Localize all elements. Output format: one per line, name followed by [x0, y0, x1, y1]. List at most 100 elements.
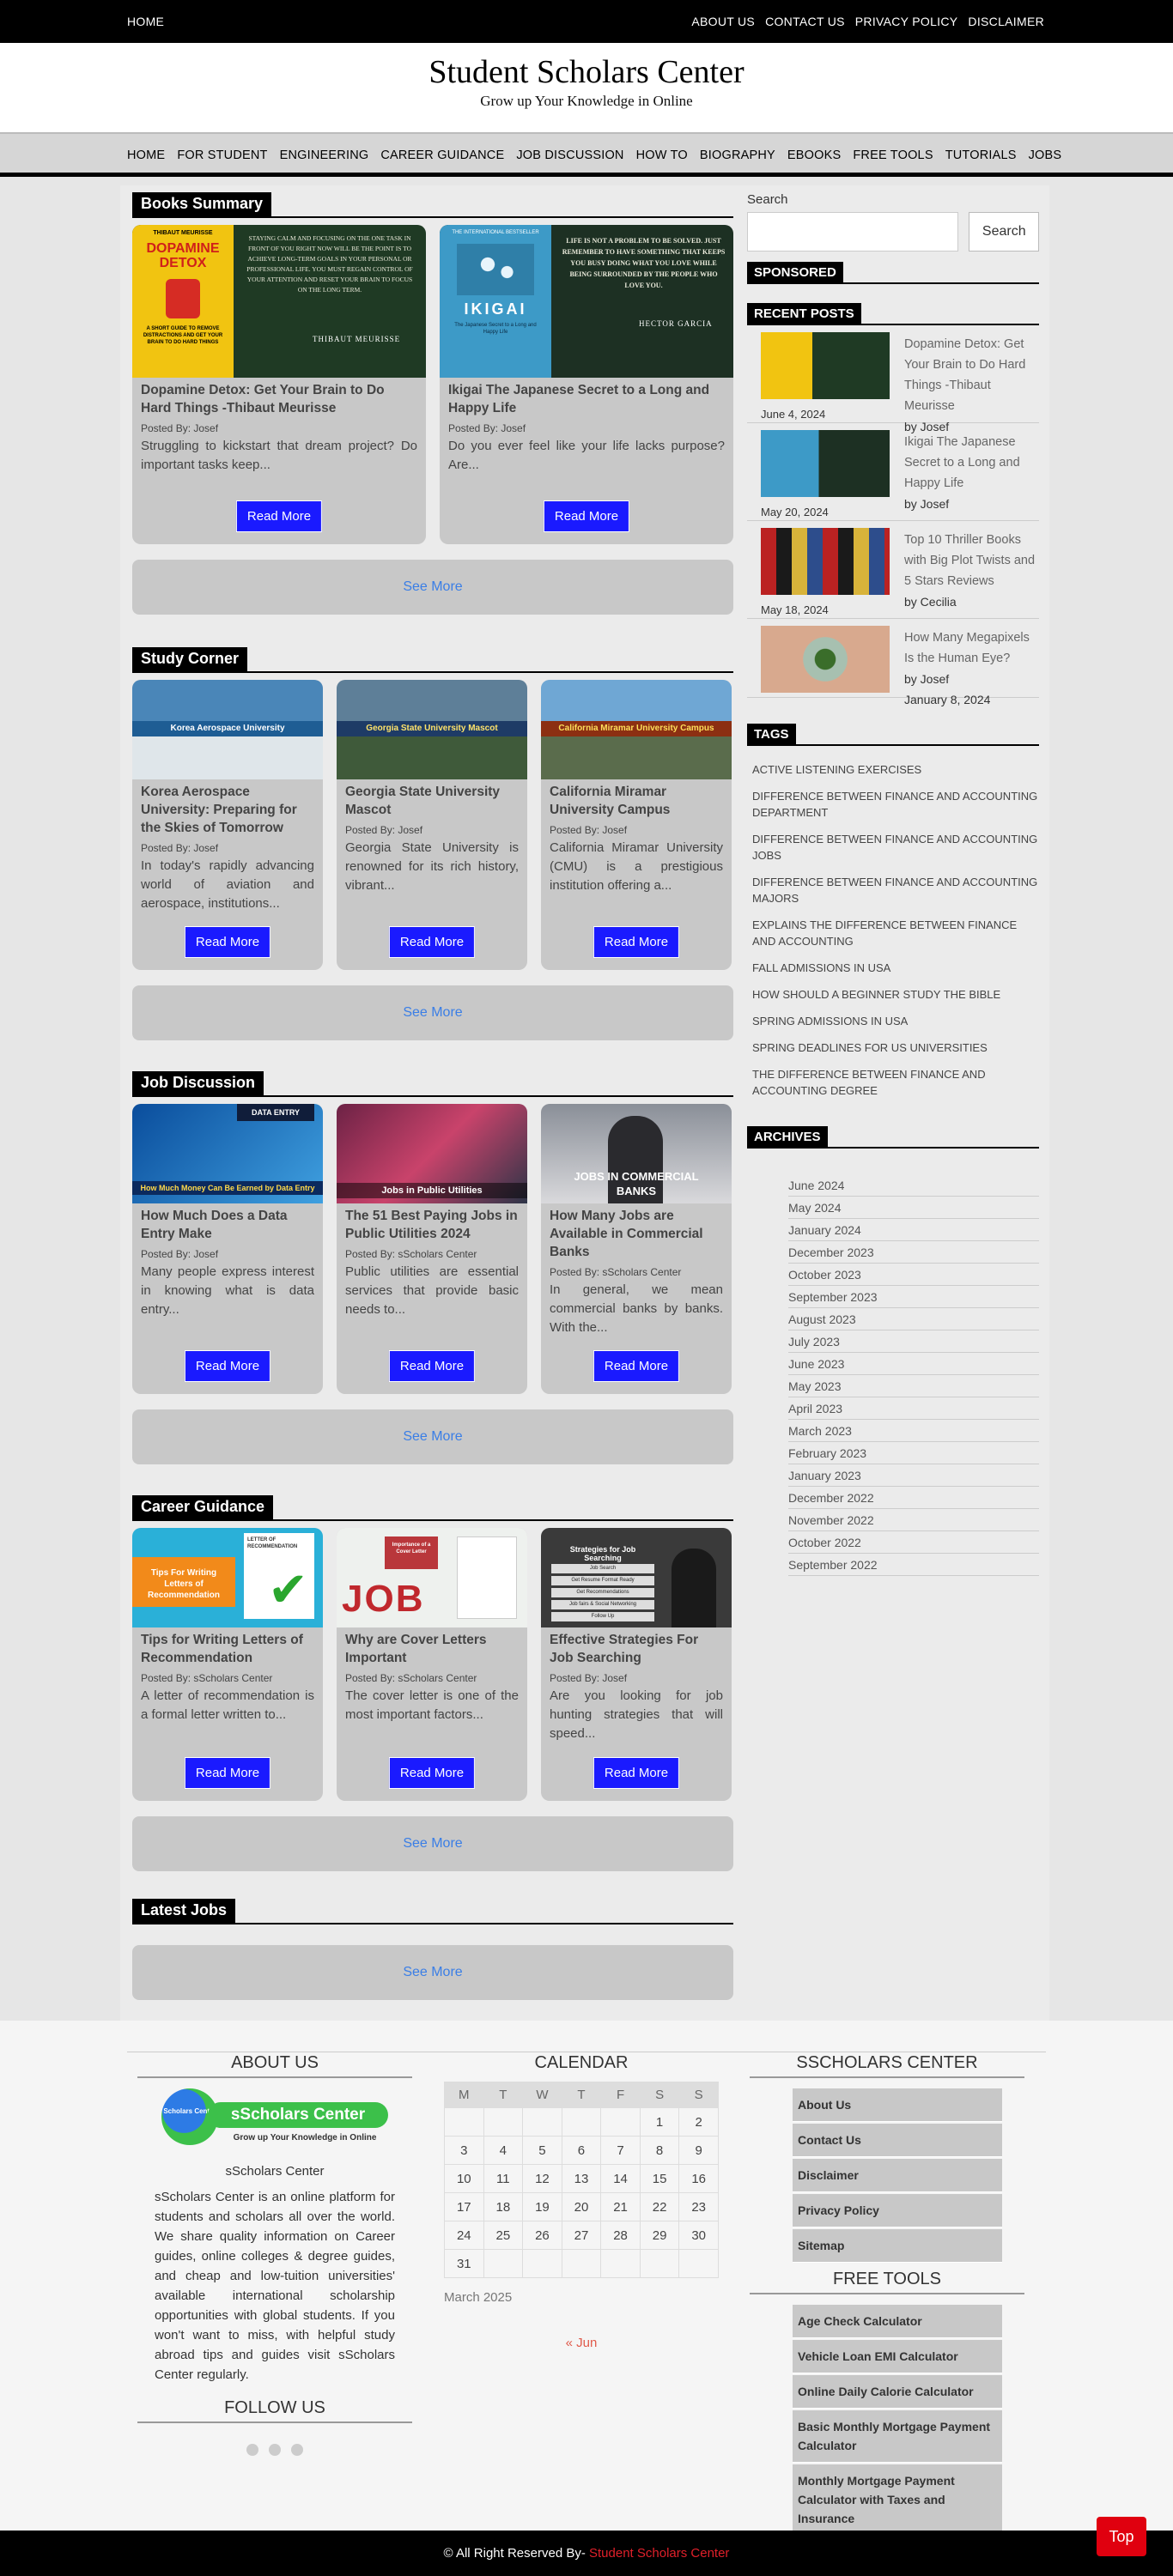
footer-link-about[interactable]: About Us [793, 2088, 1002, 2122]
recent-post-title[interactable]: Top 10 Thriller Books with Big Plot Twis… [904, 533, 1035, 588]
archive-link[interactable]: August 2023 [788, 1308, 1039, 1330]
recent-post-thumb[interactable] [761, 528, 890, 595]
top-home-link[interactable]: HOME [127, 15, 164, 28]
nav-item-job-discussion[interactable]: JOB DISCUSSION [516, 148, 623, 162]
see-more-button[interactable]: See More [132, 560, 733, 615]
archive-link[interactable]: December 2022 [788, 1487, 1039, 1509]
archive-link[interactable]: May 2024 [788, 1197, 1039, 1219]
see-more-button[interactable]: See More [132, 1409, 733, 1464]
post-title[interactable]: Effective Strategies For Job Searching [541, 1627, 732, 1667]
see-more-button[interactable]: See More [132, 985, 733, 1040]
footer-link-contact[interactable]: Contact Us [793, 2124, 1002, 2157]
read-more-button[interactable]: Read More [235, 500, 323, 532]
cover-letter-image[interactable]: Importance of a Cover Letter JOB [337, 1528, 527, 1627]
archive-link[interactable]: April 2023 [788, 1397, 1039, 1420]
recent-post-thumb[interactable] [761, 332, 890, 399]
search-input[interactable] [747, 212, 959, 252]
tool-link[interactable]: Basic Monthly Mortgage Payment Calculato… [793, 2410, 1002, 2463]
korea-aerospace-image[interactable]: Korea Aerospace University [132, 680, 323, 779]
footer-link-sitemap[interactable]: Sitemap [793, 2229, 1002, 2263]
read-more-button[interactable]: Read More [184, 1757, 271, 1789]
post-title[interactable]: Tips for Writing Letters of Recommendati… [132, 1627, 323, 1667]
site-title[interactable]: Student Scholars Center [0, 53, 1173, 91]
data-entry-image[interactable]: DATA ENTRY How Much Money Can Be Earned … [132, 1104, 323, 1203]
read-more-button[interactable]: Read More [593, 1757, 680, 1789]
nav-item-tutorials[interactable]: TUTORIALS [945, 148, 1017, 162]
see-more-button[interactable]: See More [132, 1816, 733, 1871]
california-miramar-image[interactable]: California Miramar University Campus [541, 680, 732, 779]
tag-link[interactable]: EXPLAINS THE DIFFERENCE BETWEEN FINANCE … [747, 917, 1039, 949]
tool-link[interactable]: Monthly Mortgage Payment Calculator with… [793, 2464, 1002, 2536]
tag-link[interactable]: THE DIFFERENCE BETWEEN FINANCE AND ACCOU… [747, 1066, 1039, 1099]
recent-post-title[interactable]: How Many Megapixels Is the Human Eye? [904, 631, 1030, 665]
georgia-state-image[interactable]: Georgia State University Mascot [337, 680, 527, 779]
nav-item-free-tools[interactable]: FREE TOOLS [853, 148, 933, 162]
job-search-strategies-image[interactable]: Strategies for Job Searching Job Search … [541, 1528, 732, 1627]
tool-link[interactable]: Age Check Calculator [793, 2305, 1002, 2338]
read-more-button[interactable]: Read More [388, 1757, 476, 1789]
search-button[interactable]: Search [969, 212, 1039, 252]
footer-logo[interactable]: Scholars Center sScholars Center Grow up… [161, 2088, 388, 2155]
read-more-button[interactable]: Read More [388, 926, 476, 958]
dopamine-detox-image[interactable]: THIBAUT MEURISSE DOPAMINE DETOX A SHORT … [132, 225, 426, 378]
archive-link[interactable]: February 2023 [788, 1442, 1039, 1464]
twitter-icon[interactable] [269, 2444, 281, 2456]
tag-link[interactable]: DIFFERENCE BETWEEN FINANCE AND ACCOUNTIN… [747, 831, 1039, 864]
nav-item-for-student[interactable]: FOR STUDENT [177, 148, 267, 162]
archive-link[interactable]: January 2024 [788, 1219, 1039, 1241]
nav-item-home[interactable]: HOME [127, 148, 165, 162]
archive-link[interactable]: March 2023 [788, 1420, 1039, 1442]
archive-link[interactable]: June 2024 [788, 1174, 1039, 1197]
archive-link[interactable]: December 2023 [788, 1241, 1039, 1264]
post-title[interactable]: The 51 Best Paying Jobs in Public Utilit… [337, 1203, 527, 1243]
public-utilities-image[interactable]: Jobs in Public Utilities [337, 1104, 527, 1203]
archive-link[interactable]: June 2023 [788, 1353, 1039, 1375]
instagram-icon[interactable] [291, 2444, 303, 2456]
ikigai-image[interactable]: THE INTERNATIONAL BESTSELLER IKIGAI The … [440, 225, 733, 378]
post-title[interactable]: How Many Jobs are Available in Commercia… [541, 1203, 732, 1261]
tag-link[interactable]: DIFFERENCE BETWEEN FINANCE AND ACCOUNTIN… [747, 874, 1039, 906]
archive-link[interactable]: September 2022 [788, 1554, 1039, 1576]
post-title[interactable]: Georgia State University Mascot [337, 779, 527, 819]
tag-link[interactable]: HOW SHOULD A BEGINNER STUDY THE BIBLE [747, 986, 1039, 1003]
top-link-disclaimer[interactable]: DISCLAIMER [968, 15, 1044, 28]
tag-link[interactable]: FALL ADMISSIONS IN USA [747, 960, 1039, 976]
nav-item-jobs[interactable]: JOBS [1029, 148, 1062, 162]
read-more-button[interactable]: Read More [593, 926, 680, 958]
nav-item-engineering[interactable]: ENGINEERING [280, 148, 369, 162]
nav-item-career-guidance[interactable]: CAREER GUIDANCE [380, 148, 504, 162]
nav-item-how-to[interactable]: HOW TO [636, 148, 688, 162]
tool-link[interactable]: Online Daily Calorie Calculator [793, 2375, 1002, 2409]
post-title[interactable]: Korea Aerospace University: Preparing fo… [132, 779, 323, 837]
facebook-icon[interactable] [246, 2444, 258, 2456]
post-title[interactable]: Ikigai The Japanese Secret to a Long and… [440, 378, 733, 417]
top-link-contact[interactable]: CONTACT US [765, 15, 845, 28]
tag-link[interactable]: SPRING ADMISSIONS IN USA [747, 1013, 1039, 1029]
footer-link-privacy[interactable]: Privacy Policy [793, 2194, 1002, 2227]
commercial-banks-image[interactable]: JOBS IN COMMERCIAL BANKS [541, 1104, 732, 1203]
top-link-privacy[interactable]: PRIVACY POLICY [855, 15, 958, 28]
calendar-prev-link[interactable]: « Jun [444, 2336, 719, 2350]
archive-link[interactable]: October 2023 [788, 1264, 1039, 1286]
read-more-button[interactable]: Read More [184, 926, 271, 958]
top-link-about[interactable]: ABOUT US [691, 15, 755, 28]
read-more-button[interactable]: Read More [543, 500, 630, 532]
recent-post-thumb[interactable] [761, 626, 890, 693]
post-title[interactable]: Dopamine Detox: Get Your Brain to Do Har… [132, 378, 426, 417]
recent-post-thumb[interactable] [761, 430, 890, 497]
archive-link[interactable]: July 2023 [788, 1330, 1039, 1353]
read-more-button[interactable]: Read More [184, 1350, 271, 1382]
post-title[interactable]: Why are Cover Letters Important [337, 1627, 527, 1667]
post-title[interactable]: How Much Does a Data Entry Make [132, 1203, 323, 1243]
nav-item-biography[interactable]: BIOGRAPHY [700, 148, 775, 162]
tag-link[interactable]: ACTIVE LISTENING EXERCISES [747, 761, 1039, 778]
archive-link[interactable]: May 2023 [788, 1375, 1039, 1397]
post-title[interactable]: California Miramar University Campus [541, 779, 732, 819]
back-to-top-button[interactable]: Top [1097, 2517, 1146, 2556]
archive-link[interactable]: January 2023 [788, 1464, 1039, 1487]
archive-link[interactable]: October 2022 [788, 1531, 1039, 1554]
nav-item-ebooks[interactable]: EBOOKS [787, 148, 841, 162]
copyright-site-link[interactable]: Student Scholars Center [589, 2546, 729, 2561]
tag-link[interactable]: DIFFERENCE BETWEEN FINANCE AND ACCOUNTIN… [747, 788, 1039, 821]
tag-link[interactable]: SPRING DEADLINES FOR US UNIVERSITIES [747, 1039, 1039, 1056]
